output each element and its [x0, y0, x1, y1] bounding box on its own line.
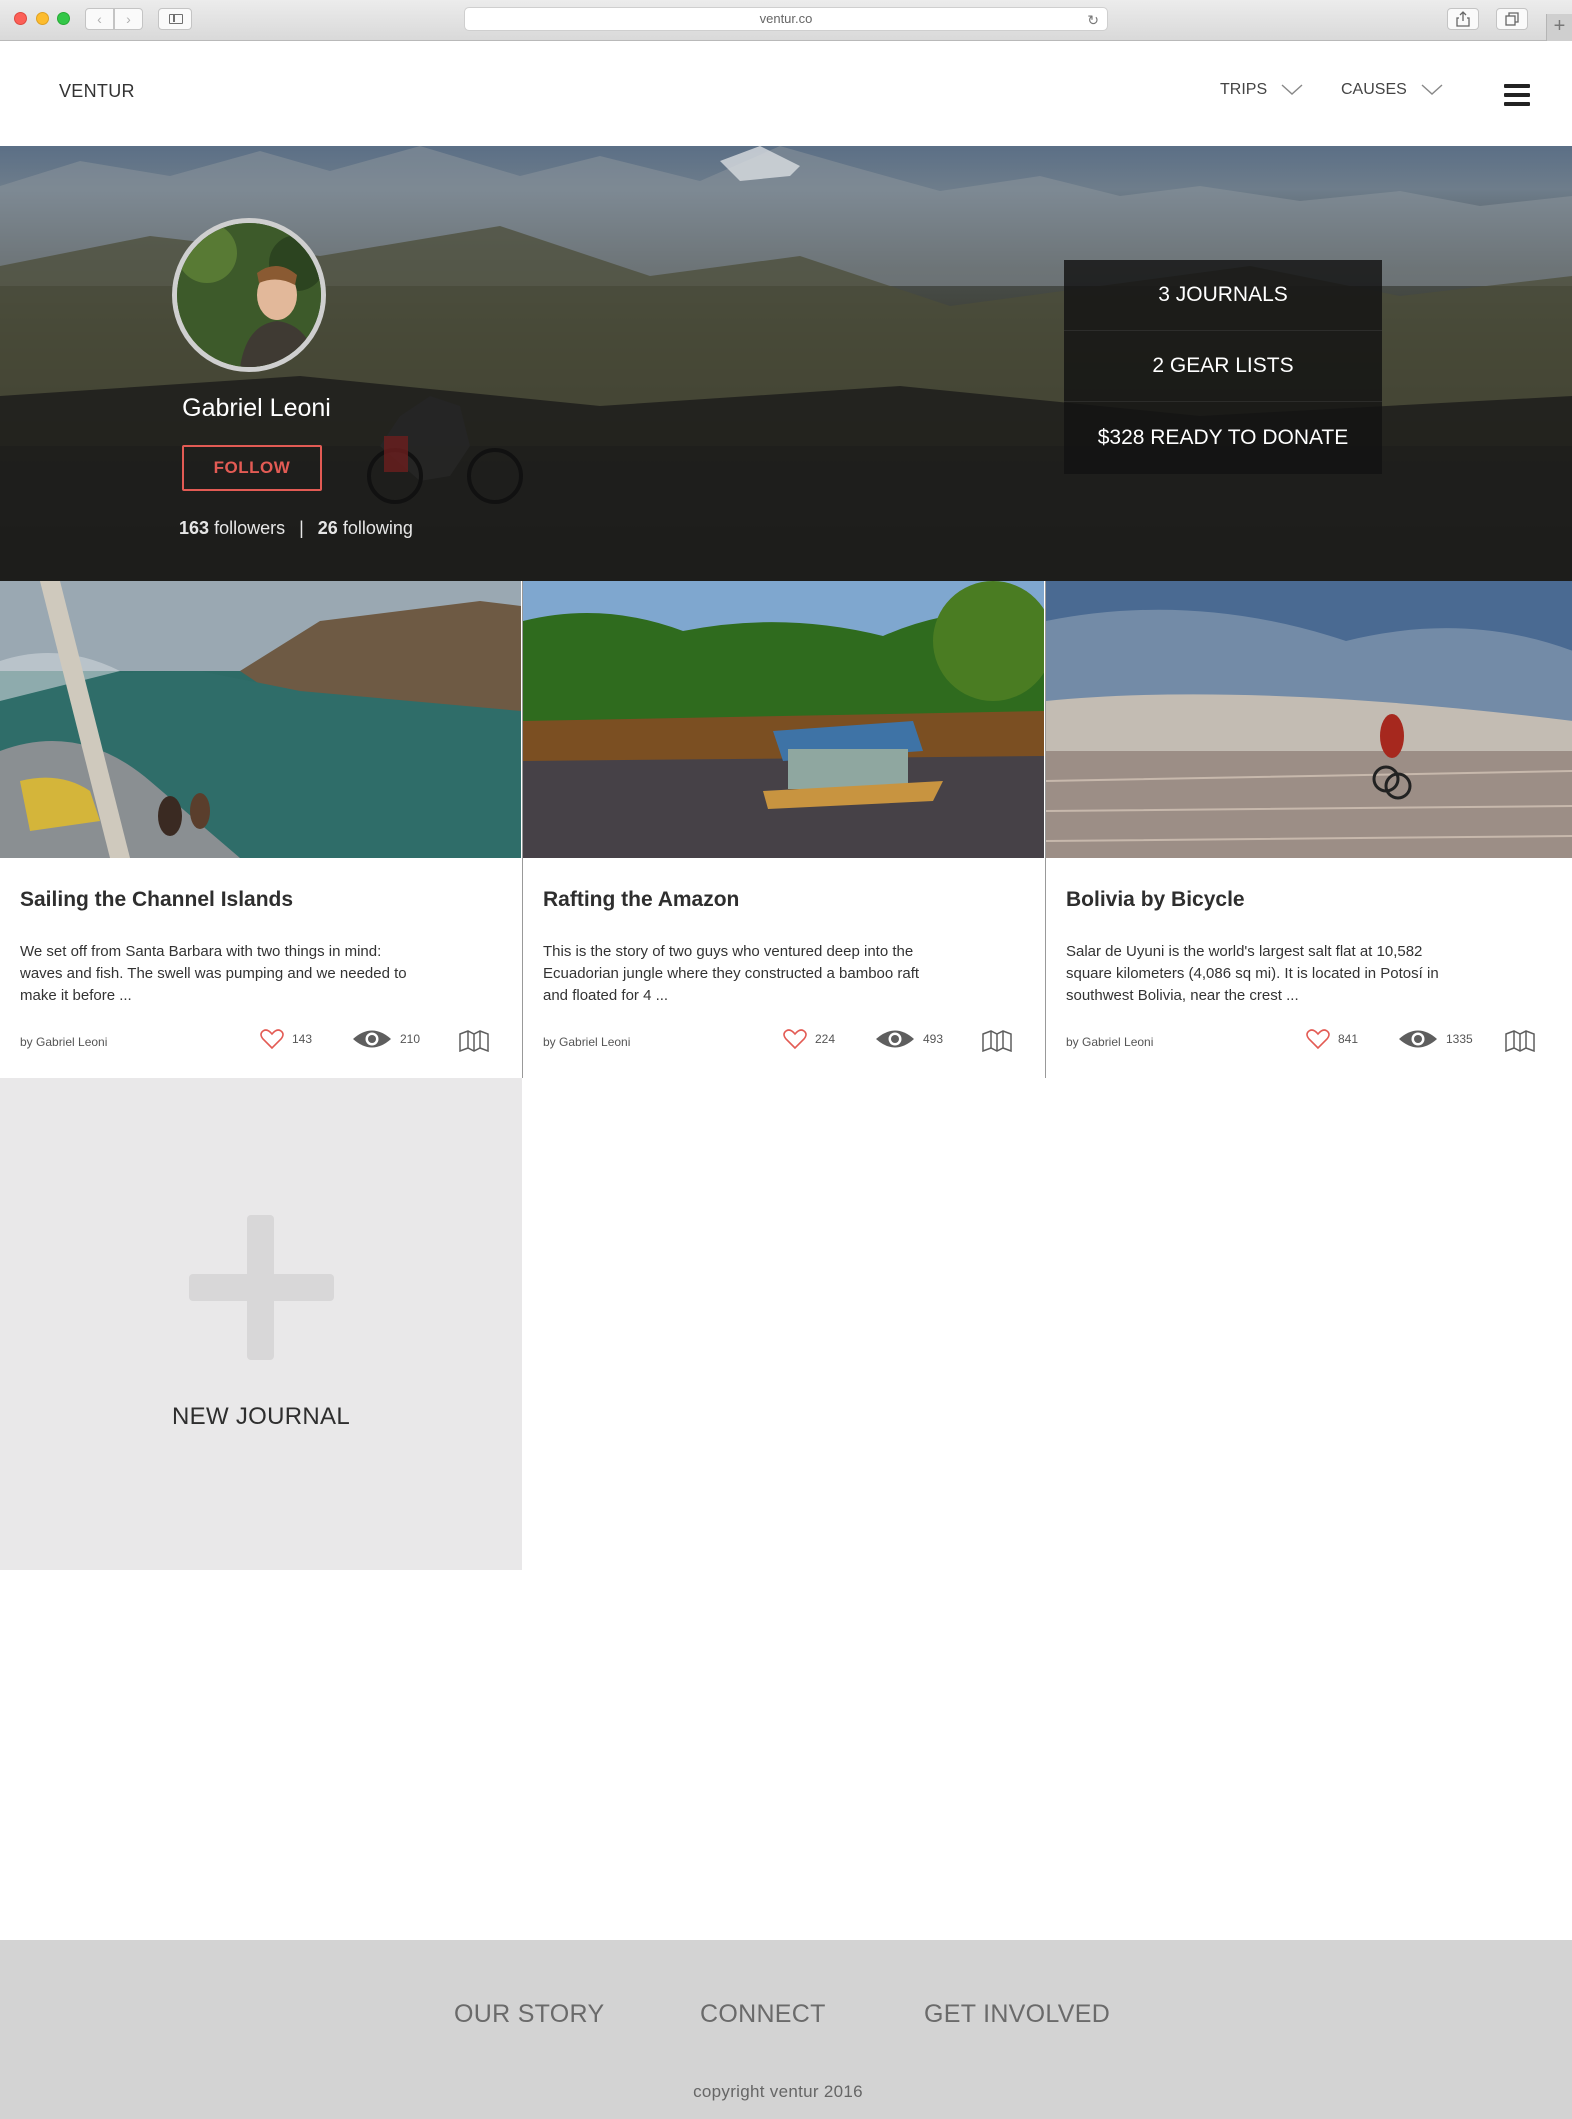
view-count-group: 210	[352, 1028, 420, 1050]
journal-author[interactable]: by Gabriel Leoni	[543, 1035, 630, 1049]
profile-name: Gabriel Leoni	[182, 394, 331, 422]
journal-author[interactable]: by Gabriel Leoni	[20, 1035, 107, 1049]
journal-description: Salar de Uyuni is the world's largest sa…	[1066, 943, 1439, 1004]
map-icon	[982, 1030, 1012, 1052]
nav-causes[interactable]: CAUSES	[1341, 81, 1443, 99]
tabs-icon	[1505, 12, 1519, 26]
map-button[interactable]	[982, 1030, 1012, 1052]
journal-cover-image[interactable]	[523, 581, 1044, 858]
like-count: 841	[1338, 1032, 1359, 1046]
reload-icon[interactable]: ↻	[1087, 9, 1099, 31]
hamburger-icon[interactable]	[1504, 84, 1530, 106]
eye-icon	[876, 1030, 914, 1048]
eye-icon	[353, 1030, 391, 1048]
followers-count: 163	[179, 518, 210, 538]
map-icon	[459, 1030, 489, 1052]
journal-author[interactable]: by Gabriel Leoni	[1066, 1035, 1153, 1049]
follow-button[interactable]: FOLLOW	[182, 445, 322, 491]
following-link[interactable]: 26 following	[318, 518, 413, 539]
view-count: 1335	[1446, 1032, 1473, 1046]
view-count-group: 493	[875, 1028, 943, 1050]
sidebar-icon	[169, 14, 183, 24]
site-footer: OUR STORY CONNECT GET INVOLVED copyright…	[0, 1940, 1572, 2119]
chevron-down-icon	[1281, 84, 1303, 95]
new-tab-button[interactable]: +	[1546, 14, 1572, 41]
footer-link-connect[interactable]: CONNECT	[700, 2000, 826, 2029]
follow-separator: |	[299, 518, 304, 538]
url-text: ventur.co	[759, 11, 813, 26]
stat-journals[interactable]: 3 JOURNALS	[1064, 260, 1382, 331]
forward-button[interactable]: ›	[114, 8, 143, 30]
following-label: following	[342, 518, 413, 538]
heart-icon	[1306, 1029, 1330, 1050]
nav-trips[interactable]: TRIPS	[1220, 81, 1303, 99]
journal-card[interactable]: Rafting the Amazon This is the story of …	[522, 581, 1044, 1078]
new-journal-label: NEW JOURNAL	[172, 1403, 350, 1430]
address-bar[interactable]: ventur.co ↻	[464, 7, 1108, 31]
journal-cover-image[interactable]	[0, 581, 521, 858]
share-icon	[1456, 11, 1470, 27]
footer-link-get-involved[interactable]: GET INVOLVED	[924, 2000, 1110, 2029]
avatar-photo	[177, 223, 321, 367]
new-journal-button[interactable]: NEW JOURNAL	[0, 1078, 522, 1570]
map-button[interactable]	[459, 1030, 489, 1052]
close-window-button[interactable]	[14, 12, 27, 25]
back-button[interactable]: ‹	[85, 8, 114, 30]
view-count: 210	[400, 1032, 421, 1046]
share-button[interactable]	[1447, 8, 1479, 30]
show-tabs-button[interactable]	[1496, 8, 1528, 30]
stat-donate[interactable]: $328 READY TO DONATE	[1064, 402, 1382, 473]
show-sidebar-button[interactable]	[158, 8, 192, 30]
minimize-window-button[interactable]	[36, 12, 49, 25]
like-count: 143	[292, 1032, 313, 1046]
footer-link-our-story[interactable]: OUR STORY	[454, 2000, 604, 2029]
browser-toolbar: ‹ › ventur.co ↻ +	[0, 0, 1572, 41]
eye-icon	[1399, 1030, 1437, 1048]
following-count: 26	[317, 518, 338, 538]
heart-icon	[260, 1029, 284, 1050]
like-button[interactable]: 224	[783, 1028, 835, 1050]
like-button[interactable]: 841	[1306, 1028, 1358, 1050]
stat-gear-lists[interactable]: 2 GEAR LISTS	[1064, 331, 1382, 402]
followers-label: followers	[214, 518, 286, 538]
like-button[interactable]: 143	[260, 1028, 312, 1050]
like-count: 224	[815, 1032, 836, 1046]
followers-link[interactable]: 163 followers	[179, 518, 285, 539]
journal-card[interactable]: Bolivia by Bicycle Salar de Uyuni is the…	[1045, 581, 1572, 1078]
journal-title[interactable]: Rafting the Amazon	[543, 888, 739, 912]
view-count-group: 1335	[1398, 1028, 1473, 1050]
site-logo[interactable]: VENTUR	[59, 81, 135, 102]
map-button[interactable]	[1505, 1030, 1535, 1052]
chevron-down-icon	[1421, 84, 1443, 95]
copyright-text: copyright ventur 2016	[693, 2082, 863, 2101]
view-count: 493	[923, 1032, 944, 1046]
heart-icon	[783, 1029, 807, 1050]
profile-stats-panel: 3 JOURNALS 2 GEAR LISTS $328 READY TO DO…	[1064, 260, 1382, 474]
profile-banner: Gabriel Leoni FOLLOW 163 followers | 26 …	[0, 146, 1572, 581]
journal-title[interactable]: Bolivia by Bicycle	[1066, 888, 1245, 912]
journal-description: We set off from Santa Barbara with two t…	[20, 943, 407, 1004]
follow-stats: 163 followers | 26 following	[179, 518, 413, 539]
journal-description: This is the story of two guys who ventur…	[543, 943, 920, 1004]
map-icon	[1505, 1030, 1535, 1052]
journal-cover-image[interactable]	[1046, 581, 1572, 858]
chevron-right-icon: ›	[126, 11, 131, 27]
nav-trips-label: TRIPS	[1220, 81, 1268, 98]
site-header: VENTUR TRIPS CAUSES	[0, 41, 1572, 146]
zoom-window-button[interactable]	[57, 12, 70, 25]
journal-grid: Sailing the Channel Islands We set off f…	[0, 581, 1572, 1078]
plus-icon	[189, 1215, 334, 1360]
journal-card[interactable]: Sailing the Channel Islands We set off f…	[0, 581, 521, 1078]
nav-causes-label: CAUSES	[1341, 81, 1407, 98]
avatar[interactable]	[172, 218, 326, 372]
chevron-left-icon: ‹	[97, 11, 102, 27]
journal-title[interactable]: Sailing the Channel Islands	[20, 888, 293, 912]
